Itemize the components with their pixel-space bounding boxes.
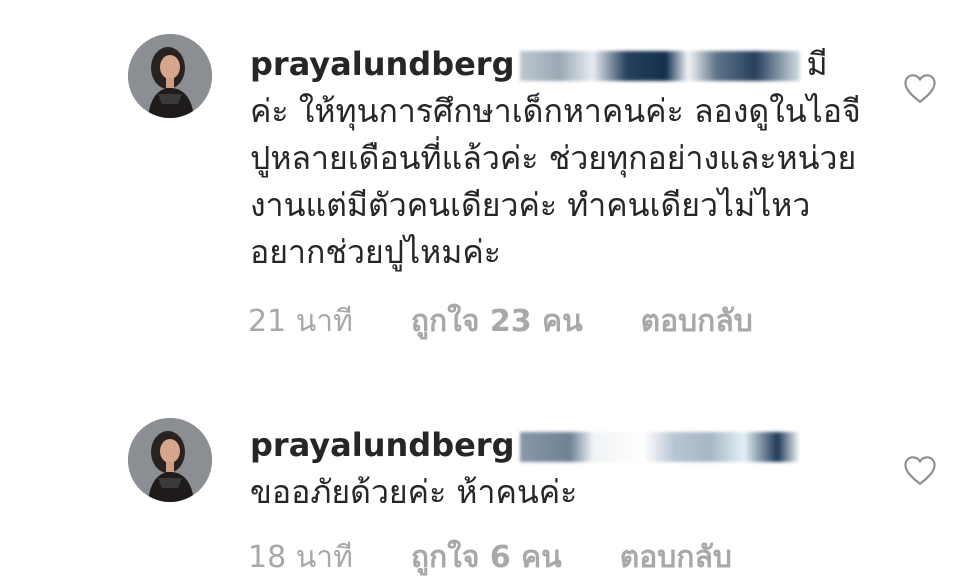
profile-photo [128,418,212,502]
username-link[interactable]: prayalundberg [250,426,514,464]
heart-outline-icon[interactable] [900,450,940,490]
reply-button[interactable]: ตอบกลับ [620,534,732,581]
redacted-region [520,432,801,462]
comment-meta: 21 นาที ถูกใจ 23 คน ตอบกลับ [248,298,753,345]
timestamp: 18 นาที [248,540,353,575]
avatar[interactable] [128,34,212,118]
comment-item: prayalundberg มี ค่ะ ให้ทุนการศึกษาเด็กหา… [0,0,958,350]
likes-count-button[interactable]: ถูกใจ 6 คน [411,534,562,581]
redacted-region [520,51,801,81]
timestamp: 21 นาที [248,304,353,339]
comment-meta: 18 นาที ถูกใจ 6 คน ตอบกลับ [248,534,732,581]
avatar[interactable] [128,418,212,502]
profile-photo [128,34,212,118]
comment-text: ค่ะ ให้ทุนการศึกษาเด็กหาคนค่ะ ลองดูในไอจ… [250,92,861,271]
comment-item: prayalundberg ขออภัยด้วยค่ะ ห้าคนค่ะ 18 … [0,350,958,578]
comment-text: ขออภัยด้วยค่ะ ห้าคนค่ะ [250,473,578,511]
username-link[interactable]: prayalundberg [250,45,514,83]
comment-body: prayalundberg มี ค่ะ ให้ทุนการศึกษาเด็กหา… [250,41,870,276]
comment-text-start: มี [806,45,828,83]
heart-outline-icon[interactable] [900,68,940,108]
likes-count-button[interactable]: ถูกใจ 23 คน [411,298,583,345]
reply-button[interactable]: ตอบกลับ [641,298,753,345]
comment-body: prayalundberg ขออภัยด้วยค่ะ ห้าคนค่ะ [250,422,870,516]
